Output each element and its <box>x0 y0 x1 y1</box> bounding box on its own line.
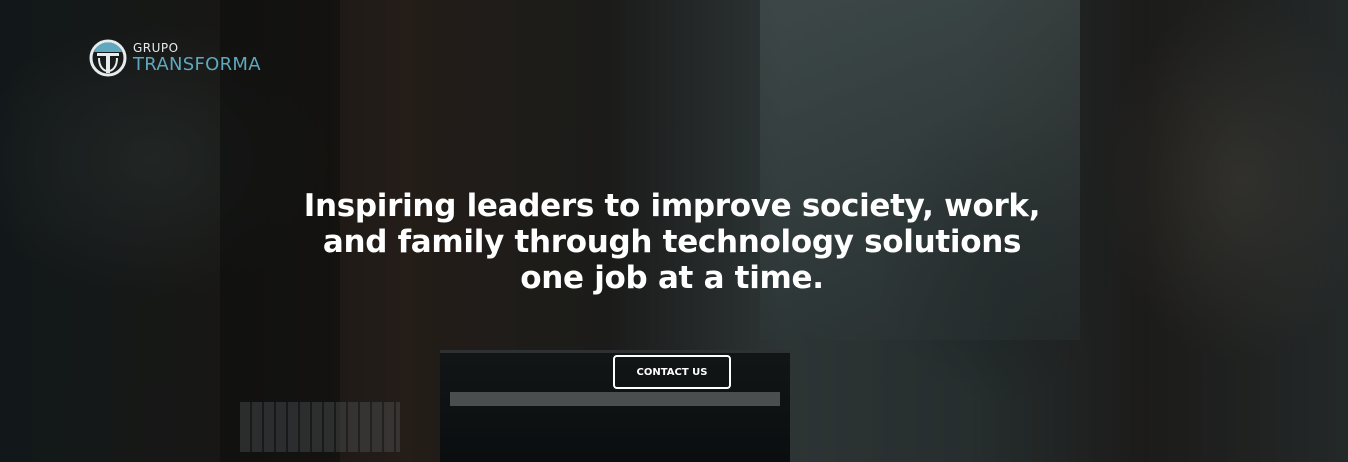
grupo-transforma-logo-icon <box>89 39 127 77</box>
logo-text-bottom: TRANSFORMA <box>133 54 261 75</box>
hero-section: GRUPO TRANSFORMA Inspiring leaders to im… <box>0 0 1348 462</box>
contact-us-button[interactable]: CONTACT US <box>613 355 731 389</box>
logo-text-top: GRUPO <box>133 41 179 55</box>
hero-headline: Inspiring leaders to improve society, wo… <box>303 188 1041 296</box>
site-logo[interactable]: GRUPO TRANSFORMA <box>88 38 261 78</box>
logo-wordmark: GRUPO TRANSFORMA <box>133 42 261 74</box>
